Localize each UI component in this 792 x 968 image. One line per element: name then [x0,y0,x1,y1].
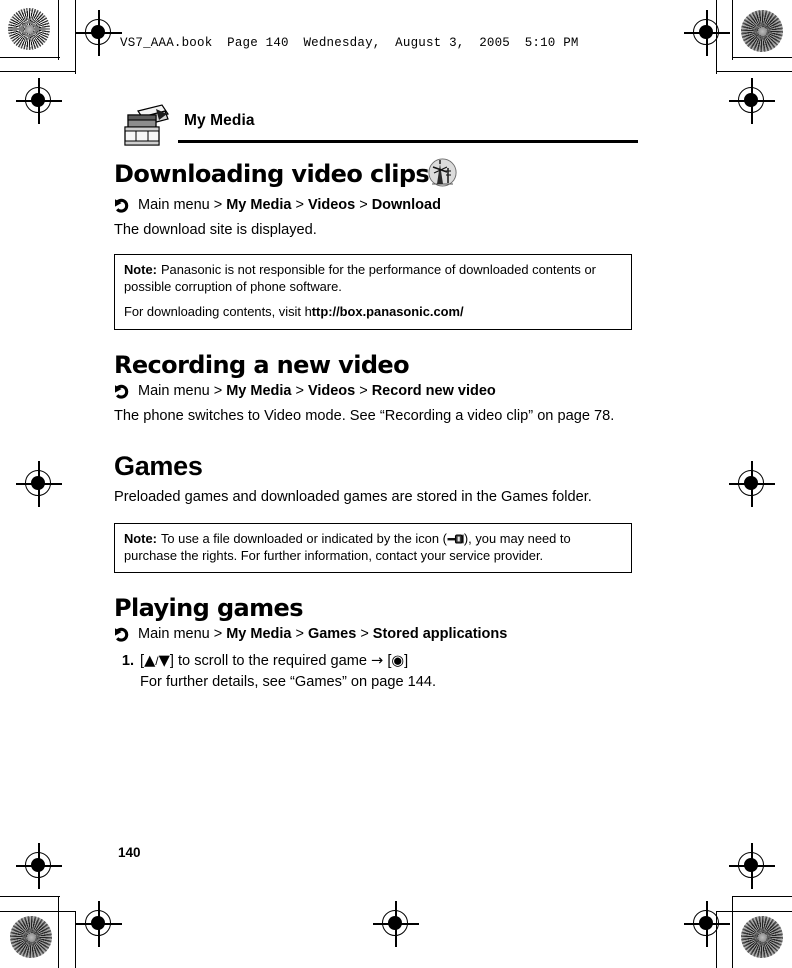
step-number: 1. [121,652,134,669]
media-folder-icon [118,100,174,150]
note-url-prefix: For downloading contents, visit h [124,303,312,319]
registration-rosette-bottom-right [741,916,783,958]
note-paragraph: Note: To use a file downloaded or indicat… [124,531,622,565]
breadcrumb-part-2: Videos [307,382,356,399]
breadcrumb-part-3: Stored applications [372,626,508,643]
registration-crosshair-bottom-right-lower [684,901,730,947]
trim-line [0,71,76,73]
trim-line [732,57,792,59]
note-box-games: Note: To use a file downloaded or indicat… [114,522,632,574]
breadcrumb-part-3: Download [371,196,441,213]
breadcrumb-part-1: My Media [226,196,292,213]
breadcrumb-part-3: Record new video [371,382,496,399]
breadcrumb-part-1: My Media [226,626,292,643]
registration-crosshair-top-left [76,10,122,56]
breadcrumb-part-1: My Media [226,382,292,399]
chapter-title: My Media [184,112,255,129]
steps-list: 1. [▲/▼] to scroll to the required game →… [114,651,634,692]
registration-crosshair-top-right [684,10,730,56]
chapter-rule [178,140,638,144]
note-paragraph: Note: Panasonic is not responsible for th… [124,262,622,296]
registration-rosette-bottom-left [10,916,52,958]
file-header-line: VS7_AAA.book Page 140 Wednesday, August … [120,36,579,50]
file-header-time: 5:10 PM [524,36,579,50]
section-heading-recording: Recording a new video [114,350,410,379]
breadcrumb-playing-games: Main menu > My Media > Games > Stored ap… [114,625,634,645]
trim-line [58,896,60,968]
breadcrumb-separator: > [213,196,223,213]
registration-rosette-top-left [8,8,50,50]
scroll-down-icon: ▼ [158,651,170,669]
trim-line [732,896,734,968]
breadcrumb-part-2: Games [307,626,357,643]
breadcrumb-separator: > [295,382,304,399]
breadcrumb-root: Main menu [138,196,210,213]
trim-line [0,911,76,913]
page-number: 140 [118,845,141,860]
breadcrumb-separator: > [295,196,304,213]
scroll-up-icon: ▲ [144,651,156,669]
step-item: 1. [▲/▼] to scroll to the required game →… [122,651,634,692]
registration-crosshair-top-left-lower [16,78,62,124]
registration-crosshair-bottom-center [373,901,419,947]
downloading-body-text: The download site is displayed. [114,222,317,239]
breadcrumb-separator: > [213,626,223,643]
page-content: Downloading video clips Main menu > My M… [114,152,634,692]
registration-crosshair-bottom-left [16,843,62,889]
breadcrumb-separator: > [360,626,369,643]
trim-line [732,0,734,60]
section-heading-downloading: Downloading video clips [114,158,634,193]
registration-crosshair-mid-left [16,461,62,507]
printed-page: VS7_AAA.book Page 140 Wednesday, August … [0,0,792,968]
step-subtext: For further details, see “Games” on page… [140,673,437,690]
curved-arrow-icon [114,198,131,213]
trim-line [0,57,60,59]
step-text: ] to scroll to the required game [169,652,372,669]
curved-arrow-icon [114,384,131,399]
note-paragraph: For downloading contents, visit http://b… [124,304,622,321]
breadcrumb-root: Main menu [138,626,210,643]
note-text: Panasonic is not responsible for the per… [124,262,596,295]
note-text-before-icon: To use a file downloaded or indicated by… [160,530,447,546]
download-antenna-icon [428,158,457,193]
file-header-page: Page 140 [227,36,289,50]
breadcrumb-separator: > [359,196,368,213]
note-label: Note: [124,262,157,278]
breadcrumb-separator: > [213,382,223,399]
section-heading-downloading-text: Downloading video clips [114,160,430,188]
section-heading-games: Games [114,451,203,482]
registration-rosette-top-right [741,10,783,52]
breadcrumb-separator: > [295,626,304,643]
file-header-year: 2005 [479,36,510,50]
file-header-filename: VS7_AAA.book [120,36,213,50]
step-select-bracket-close: ] [404,652,409,669]
registration-crosshair-top-right-lower [729,78,775,124]
trim-line [732,896,792,898]
recording-body-text: The phone switches to Video mode. See “R… [114,408,615,425]
trim-line [716,71,792,73]
games-body-text: Preloaded games and downloaded games are… [114,488,592,505]
registration-crosshair-mid-right [729,461,775,507]
note-box-downloading: Note: Panasonic is not responsible for th… [114,254,632,330]
curved-arrow-icon [114,627,131,643]
file-header-date: August 3, [395,36,465,50]
file-header-weekday: Wednesday, [303,36,381,50]
center-select-icon: ◉ [391,651,405,669]
breadcrumb-downloading: Main menu > My Media > Videos > Download [114,196,634,216]
right-arrow-icon: → [371,651,384,669]
registration-crosshair-bottom-left-lower [76,901,122,947]
trim-line [0,896,60,898]
section-heading-playing-games: Playing games [114,594,304,623]
breadcrumb-root: Main menu [138,382,210,399]
breadcrumb-recording: Main menu > My Media > Videos > Record n… [114,382,634,402]
breadcrumb-part-2: Videos [307,196,356,213]
note-url: ttp://box.panasonic.com/ [311,303,464,319]
note-label: Note: [124,530,157,546]
key-icon [447,532,464,544]
trim-line [58,0,60,60]
breadcrumb-separator: > [359,382,368,399]
registration-crosshair-bottom-right [729,843,775,889]
